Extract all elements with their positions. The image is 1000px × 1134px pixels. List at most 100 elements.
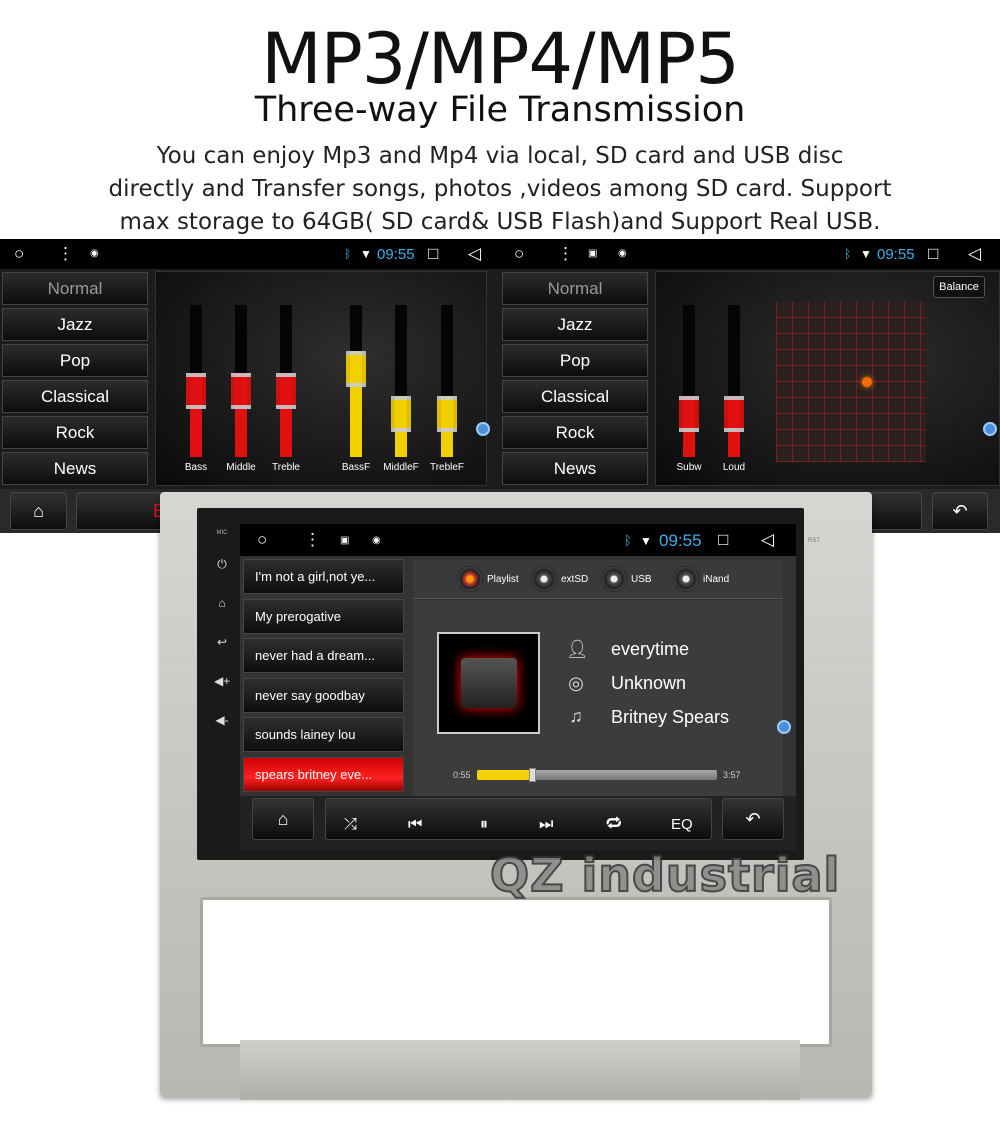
balance-grid[interactable] xyxy=(776,302,926,462)
preset-jazz[interactable]: Jazz xyxy=(2,308,148,341)
preset-jazz[interactable]: Jazz xyxy=(502,308,648,341)
page-subtitle: Three-way File Transmission xyxy=(254,90,746,130)
balance-button[interactable]: Balance xyxy=(933,276,985,298)
slider-knob[interactable] xyxy=(437,396,457,433)
power-icon[interactable]: ⏻ xyxy=(214,557,230,572)
volume-down-icon[interactable]: ◀- xyxy=(214,713,230,727)
eq-slider-treblef[interactable] xyxy=(437,305,457,457)
music-note-icon: ♫ xyxy=(569,706,583,726)
eq-slider-treble[interactable] xyxy=(276,305,296,457)
source-label: USB xyxy=(631,573,652,585)
menu-dots-icon[interactable]: ⋮ xyxy=(557,244,574,264)
slider-knob[interactable] xyxy=(276,373,296,410)
home-button[interactable]: ⌂ xyxy=(10,492,67,530)
playlist-item[interactable]: spears britney eve... xyxy=(243,756,404,792)
preset-classical[interactable]: Classical xyxy=(502,380,648,413)
eq-slider-subw[interactable] xyxy=(679,305,699,457)
home-key-icon[interactable]: ⌂ xyxy=(214,596,230,610)
clock: 09:55 xyxy=(659,531,702,550)
shuffle-icon[interactable]: ⤮ xyxy=(344,807,357,843)
preset-pop[interactable]: Pop xyxy=(2,344,148,377)
status-bar: ○ ⋮ ▣ ◉ ᛒ ▼ 09:55 □ ◁ xyxy=(240,524,796,556)
preset-rock[interactable]: Rock xyxy=(502,416,648,449)
slider-knob[interactable] xyxy=(724,396,744,433)
playlist-item[interactable]: sounds lainey lou xyxy=(243,717,404,752)
pause-icon[interactable]: ⏸ xyxy=(480,807,488,843)
bezel-opening xyxy=(200,897,832,1047)
eq-slider-bassf[interactable] xyxy=(346,305,366,457)
back-icon[interactable]: ◁ xyxy=(968,244,981,264)
repeat-icon[interactable]: 🔁︎ xyxy=(606,807,622,843)
slider-knob[interactable] xyxy=(391,396,411,433)
back-key-icon[interactable]: ↩ xyxy=(214,635,230,649)
recents-icon[interactable]: □ xyxy=(718,530,728,550)
slider-label: Treble xyxy=(272,462,300,473)
shield-icon: ◉ xyxy=(90,248,99,259)
eq-slider-loud[interactable] xyxy=(724,305,744,457)
album-name: Unknown xyxy=(611,673,687,693)
playlist-item[interactable]: never say goodbay xyxy=(243,677,404,713)
total-time: 3:57 xyxy=(723,770,741,780)
home-button[interactable]: ⌂ xyxy=(252,798,314,840)
preset-normal[interactable]: Normal xyxy=(2,272,148,305)
watermark: QZ industrial xyxy=(489,847,841,903)
preset-normal[interactable]: Normal xyxy=(502,272,648,305)
floating-assist-icon[interactable] xyxy=(777,720,791,734)
slider-knob[interactable] xyxy=(346,350,366,387)
balance-panel: Balance Subw Loud xyxy=(655,271,1000,486)
album-art xyxy=(437,632,540,734)
floating-assist-icon[interactable] xyxy=(476,422,490,436)
preset-news[interactable]: News xyxy=(2,452,148,485)
preset-news[interactable]: News xyxy=(502,452,648,485)
source-label: Playlist xyxy=(487,573,519,585)
eq-button[interactable]: EQ xyxy=(671,807,693,843)
recents-icon[interactable]: □ xyxy=(428,244,438,264)
back-icon[interactable]: ◁ xyxy=(468,244,481,264)
description-line: You can enjoy Mp3 and Mp4 via local, SD … xyxy=(156,143,844,169)
playlist-item[interactable]: never had a dream... xyxy=(243,638,404,673)
playlist-item[interactable]: My prerogative xyxy=(243,598,404,634)
return-button[interactable]: ↶ xyxy=(722,798,784,840)
source-playlist[interactable]: Playlist xyxy=(457,566,519,592)
eq-slider-middlef[interactable] xyxy=(391,305,411,457)
wifi-icon: ▼ xyxy=(360,247,372,261)
previous-icon[interactable]: ⏮ xyxy=(408,807,422,843)
return-button[interactable]: ↶ xyxy=(932,492,988,530)
artist-person-icon: 👤︎ xyxy=(566,639,589,659)
player-screen: ○ ⋮ ▣ ◉ ᛒ ▼ 09:55 □ ◁ I'm not a girl,not… xyxy=(240,524,796,850)
preset-rock[interactable]: Rock xyxy=(2,416,148,449)
home-icon: ⌂ xyxy=(33,501,44,521)
home-circle-icon[interactable]: ○ xyxy=(14,244,24,264)
home-circle-icon[interactable]: ○ xyxy=(257,530,267,550)
slider-knob[interactable] xyxy=(679,396,699,433)
page-title: MP3/MP4/MP5 xyxy=(261,18,740,100)
eq-screen-right: ○ ⋮ ▣ ◉ ᛒ ▼ 09:55 □ ◁ Normal Jazz Pop Class… xyxy=(500,239,1000,533)
source-usb[interactable]: USB xyxy=(601,566,652,592)
source-extsd[interactable]: extSD xyxy=(531,566,588,592)
playback-controls: ⤮ ⏮ ⏸ ⏭ 🔁︎ EQ xyxy=(325,798,712,840)
menu-dots-icon[interactable]: ⋮ xyxy=(304,530,321,550)
volume-up-icon[interactable]: ◀+ xyxy=(214,674,230,688)
next-icon[interactable]: ⏭ xyxy=(539,807,553,843)
eq-slider-bass[interactable] xyxy=(186,305,206,457)
slider-knob[interactable] xyxy=(231,373,251,410)
radio-dial-icon xyxy=(457,566,483,592)
source-inand[interactable]: iNand xyxy=(673,566,729,592)
balance-point[interactable] xyxy=(862,377,872,387)
playlist-item[interactable]: I'm not a girl,not ye... xyxy=(243,559,404,594)
progress-thumb[interactable] xyxy=(529,768,537,782)
home-circle-icon[interactable]: ○ xyxy=(514,244,524,264)
album-disc-icon: ◎ xyxy=(568,673,584,693)
bluetooth-icon: ᛒ xyxy=(624,533,632,548)
floating-assist-icon[interactable] xyxy=(983,422,997,436)
slider-knob[interactable] xyxy=(186,373,206,410)
menu-dots-icon[interactable]: ⋮ xyxy=(57,244,74,264)
status-bar: ○ ⋮ ▣ ◉ ᛒ ▼ 09:55 □ ◁ xyxy=(500,239,1000,269)
eq-slider-middle[interactable] xyxy=(231,305,251,457)
preset-pop[interactable]: Pop xyxy=(502,344,648,377)
recents-icon[interactable]: □ xyxy=(928,244,938,264)
back-icon[interactable]: ◁ xyxy=(761,530,774,550)
bluetooth-icon: ᛒ xyxy=(344,247,352,261)
progress-bar[interactable] xyxy=(477,768,717,782)
preset-classical[interactable]: Classical xyxy=(2,380,148,413)
